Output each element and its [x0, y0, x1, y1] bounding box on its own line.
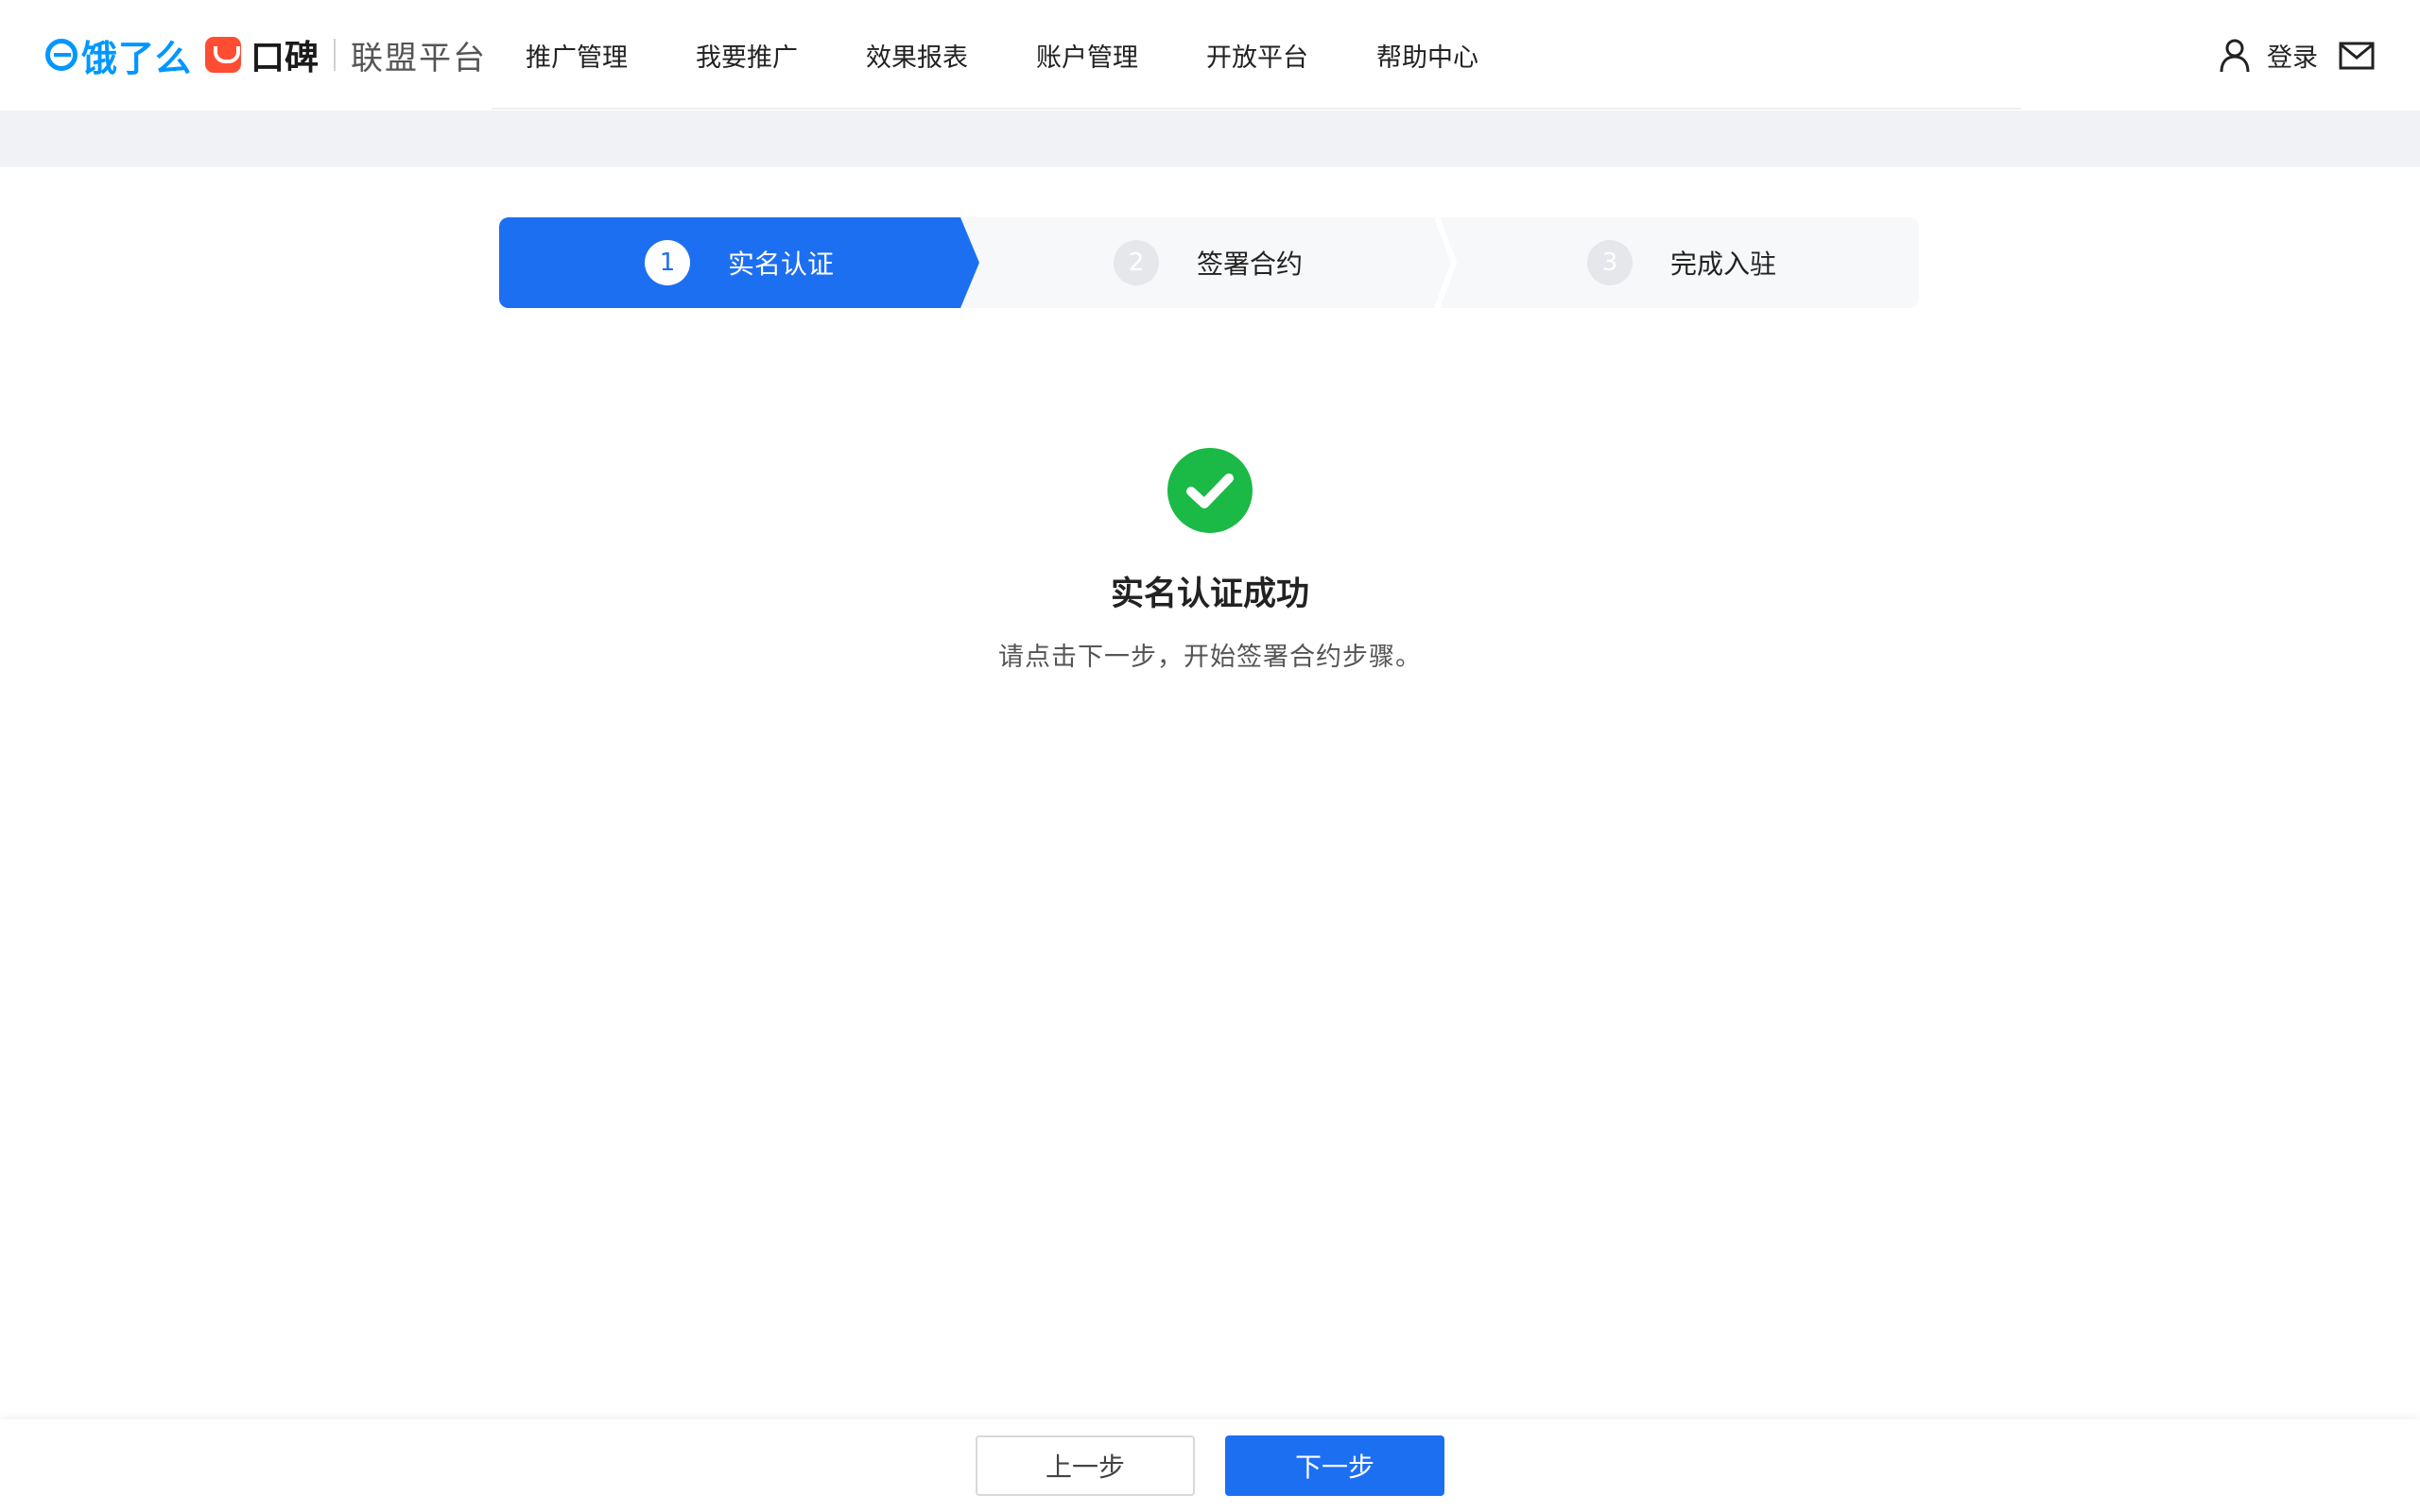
header-divider — [492, 108, 2021, 110]
step-3-label: 完成入驻 — [1669, 249, 1776, 280]
footer-action-bar: 上一步 下一步 — [0, 1419, 2420, 1512]
logo-eleme-text: 饿了么 — [81, 37, 193, 79]
step-3-number: 3 — [1586, 240, 1633, 285]
nav-item-account[interactable]: 账户管理 — [1036, 37, 1138, 74]
check-circle-icon — [1167, 448, 1253, 533]
user-area: 登录 — [2220, 0, 2375, 111]
step-1-number: 1 — [644, 240, 690, 285]
nav-item-reports[interactable]: 效果报表 — [866, 37, 968, 74]
step-1: 1 实名认证 — [499, 217, 979, 308]
step-3: 3 完成入驻 — [1444, 217, 1919, 308]
nav-item-open-platform[interactable]: 开放平台 — [1206, 37, 1308, 74]
top-header: 饿了么 口碑 联盟平台 推广管理 我要推广 效果报表 账户管理 开放平台 帮助中… — [0, 0, 2420, 111]
user-icon[interactable] — [2220, 39, 2250, 73]
step-1-label: 实名认证 — [727, 249, 834, 280]
mail-icon[interactable] — [2339, 42, 2375, 70]
logo-platform-text: 联盟平台 — [351, 39, 488, 77]
logo-eleme: 饿了么 — [45, 29, 192, 81]
prev-step-button[interactable]: 上一步 — [976, 1435, 1195, 1496]
nav-item-promote[interactable]: 我要推广 — [696, 37, 798, 74]
result-description: 请点击下一步，开始签署合约步骤。 — [998, 643, 1422, 672]
login-link[interactable]: 登录 — [2267, 37, 2318, 74]
breadcrumb-band — [0, 111, 2420, 167]
nav-item-promotion-management[interactable]: 推广管理 — [526, 37, 628, 74]
logo-koubei-text: 口碑 — [251, 39, 320, 77]
step-2-label: 签署合约 — [1196, 249, 1303, 280]
step-2: 2 签署合约 — [972, 217, 1444, 308]
eleme-e-icon — [45, 39, 78, 71]
logo-divider — [334, 39, 337, 71]
result-title: 实名认证成功 — [1110, 576, 1309, 613]
logo[interactable]: 饿了么 口碑 联盟平台 — [45, 30, 487, 79]
nav-item-help-center[interactable]: 帮助中心 — [1376, 37, 1478, 74]
step-indicator: 1 实名认证 2 签署合约 3 完成入驻 — [499, 217, 1919, 308]
main-nav: 推广管理 我要推广 效果报表 账户管理 开放平台 帮助中心 — [492, 0, 1547, 111]
next-step-button[interactable]: 下一步 — [1225, 1435, 1444, 1496]
koubei-badge-icon — [205, 37, 242, 73]
step-2-number: 2 — [1113, 240, 1159, 285]
